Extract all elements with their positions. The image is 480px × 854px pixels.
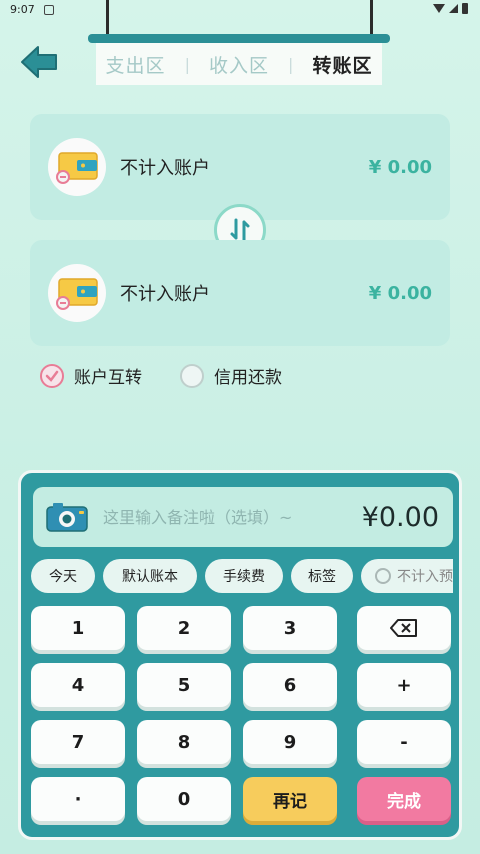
wallet-icon	[56, 152, 98, 184]
tab-income[interactable]: 收入区	[209, 51, 269, 78]
key-6[interactable]: 6	[243, 663, 337, 707]
status-time: 9:07	[10, 3, 35, 16]
tab-bar: 支出区 | 收入区 | 转账区	[96, 43, 382, 85]
plus-key[interactable]: +	[357, 663, 451, 707]
key-8[interactable]: 8	[137, 720, 231, 764]
hanging-string-left	[106, 0, 109, 38]
hanging-string-right	[370, 0, 373, 38]
tab-separator: |	[184, 54, 190, 74]
key-1[interactable]: 1	[31, 606, 125, 650]
option-label: 账户互转	[74, 368, 142, 388]
chip-today[interactable]: 今天	[31, 559, 95, 593]
key-9[interactable]: 9	[243, 720, 337, 764]
key-2[interactable]: 2	[137, 606, 231, 650]
chip-row: 今天 默认账本 手续费 标签 不计入预算	[31, 559, 453, 595]
chip-exclude-budget[interactable]: 不计入预算	[361, 559, 453, 593]
memo-bar: ¥0.00	[33, 487, 453, 547]
tab-transfer[interactable]: 转账区	[312, 51, 372, 78]
memo-amount: ¥0.00	[361, 501, 439, 533]
tab-expense[interactable]: 支出区	[106, 51, 166, 78]
wallet-icon	[56, 278, 98, 310]
key-7[interactable]: 7	[31, 720, 125, 764]
chip-fee[interactable]: 手续费	[205, 559, 283, 593]
to-account-card[interactable]: 不计入账户 ¥ 0.00	[30, 240, 450, 346]
status-indicators	[433, 3, 468, 14]
chip-tag[interactable]: 标签	[291, 559, 353, 593]
keypad-panel: ¥0.00 今天 默认账本 手续费 标签 不计入预算 1 2 3 4 5 6 +…	[18, 470, 462, 840]
record-again-button[interactable]: 再记	[243, 777, 337, 821]
tab-separator: |	[288, 54, 294, 74]
option-label: 信用还款	[214, 368, 282, 388]
hanging-rod	[88, 34, 390, 43]
key-5[interactable]: 5	[137, 663, 231, 707]
key-0[interactable]: 0	[137, 777, 231, 821]
notification-image-icon	[44, 5, 54, 15]
unchecked-radio-icon	[375, 568, 391, 584]
back-arrow-icon[interactable]	[20, 44, 60, 80]
signal-icon	[449, 4, 458, 13]
minus-key[interactable]: -	[357, 720, 451, 764]
chip-exclude-budget-label: 不计入预算	[397, 569, 453, 585]
key-4[interactable]: 4	[31, 663, 125, 707]
checked-radio-icon	[40, 363, 64, 388]
battery-icon	[462, 3, 468, 14]
key-3[interactable]: 3	[243, 606, 337, 650]
chip-default-ledger[interactable]: 默认账本	[103, 559, 197, 593]
backspace-icon	[390, 619, 417, 637]
backspace-key[interactable]	[357, 606, 451, 650]
to-account-name: 不计入账户	[120, 284, 210, 305]
account-avatar	[48, 138, 106, 196]
memo-input[interactable]	[103, 507, 362, 527]
camera-icon[interactable]	[45, 501, 89, 533]
unchecked-radio-icon	[180, 363, 204, 388]
account-avatar	[48, 264, 106, 322]
option-credit-repayment[interactable]: 信用还款	[180, 363, 282, 388]
option-account-transfer[interactable]: 账户互转	[40, 363, 142, 388]
to-account-amount: ¥ 0.00	[368, 282, 432, 304]
status-bar: 9:07	[0, 0, 480, 22]
done-button[interactable]: 完成	[357, 777, 451, 821]
from-account-amount: ¥ 0.00	[368, 156, 432, 178]
wifi-icon	[433, 4, 445, 13]
dot-key[interactable]: ·	[31, 777, 125, 821]
from-account-name: 不计入账户	[120, 158, 210, 179]
